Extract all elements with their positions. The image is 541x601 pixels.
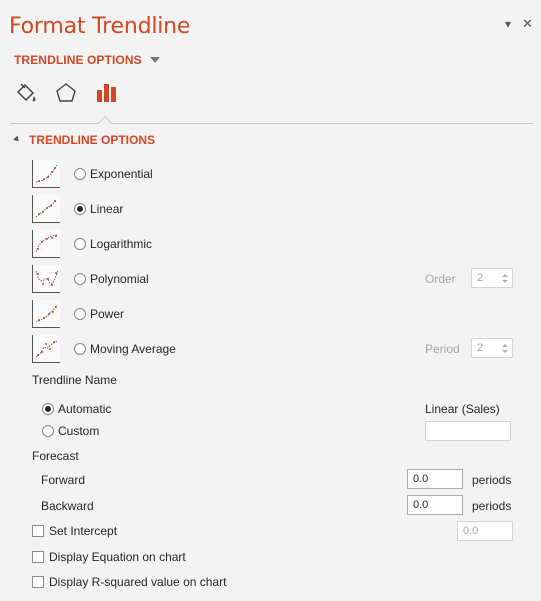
- polynomial-trend-icon: [32, 265, 60, 293]
- radio-custom[interactable]: [42, 425, 54, 437]
- trend-option-exponential[interactable]: Exponential: [32, 160, 518, 188]
- backward-unit: periods: [472, 499, 512, 513]
- trend-option-power[interactable]: Power: [32, 300, 518, 328]
- trendline-name-automatic-option[interactable]: Automatic: [42, 402, 111, 416]
- pentagon-icon: [56, 83, 76, 102]
- format-options-dropdown-label: TRENDLINE OPTIONS: [14, 53, 142, 67]
- section-header-trendline-options[interactable]: TRENDLINE OPTIONS: [13, 133, 156, 147]
- custom-label: Custom: [58, 424, 100, 438]
- format-options-dropdown[interactable]: TRENDLINE OPTIONS: [14, 53, 160, 67]
- order-spinner[interactable]: 2: [471, 268, 513, 288]
- radio-polynomial[interactable]: [74, 273, 86, 285]
- set-intercept-option[interactable]: Set Intercept: [32, 524, 117, 538]
- tabs-divider: [10, 123, 533, 124]
- forward-unit: periods: [472, 473, 512, 487]
- task-pane-options-button[interactable]: ▾: [505, 17, 511, 31]
- section-header-label: TRENDLINE OPTIONS: [29, 133, 156, 147]
- linear-trend-icon: [32, 195, 60, 223]
- period-label: Period: [425, 342, 460, 356]
- period-spinner[interactable]: 2: [471, 338, 513, 358]
- automatic-name-value: Linear (Sales): [425, 402, 500, 416]
- pane-title: Format Trendline: [9, 14, 191, 39]
- display-rsquared-option[interactable]: Display R-squared value on chart: [32, 575, 226, 589]
- trend-label-linear: Linear: [90, 202, 124, 216]
- exponential-trend-icon: [32, 160, 60, 188]
- trend-label-moving-average: Moving Average: [90, 342, 176, 356]
- set-intercept-checkbox[interactable]: [32, 525, 44, 537]
- trend-label-exponential: Exponential: [90, 167, 153, 181]
- forecast-heading: Forecast: [32, 449, 79, 463]
- backward-input[interactable]: 0.0: [407, 495, 463, 515]
- tab-fill-line[interactable]: [12, 79, 40, 107]
- radio-linear[interactable]: [74, 203, 86, 215]
- display-equation-option[interactable]: Display Equation on chart: [32, 550, 186, 564]
- intercept-input[interactable]: 0.0: [457, 521, 513, 541]
- backward-label: Backward: [41, 499, 94, 513]
- trend-label-polynomial: Polynomial: [90, 272, 149, 286]
- radio-power[interactable]: [74, 308, 86, 320]
- display-rsquared-checkbox[interactable]: [32, 576, 44, 588]
- set-intercept-label: Set Intercept: [49, 524, 118, 538]
- close-button[interactable]: ✕: [522, 16, 533, 32]
- order-label: Order: [425, 272, 456, 286]
- collapse-triangle-icon: [13, 135, 21, 143]
- logarithmic-trend-icon: [32, 230, 60, 258]
- spin-down-icon[interactable]: [502, 349, 508, 353]
- tab-trendline-options[interactable]: [92, 79, 120, 107]
- forward-label: Forward: [41, 473, 86, 487]
- trendline-name-custom-option[interactable]: Custom: [42, 424, 99, 438]
- power-trend-icon: [32, 300, 60, 328]
- bar-chart-icon: [97, 84, 116, 102]
- moving-average-trend-icon: [32, 335, 60, 363]
- spin-up-icon[interactable]: [502, 343, 508, 347]
- forward-input[interactable]: 0.0: [407, 469, 463, 489]
- radio-automatic[interactable]: [42, 403, 54, 415]
- display-equation-checkbox[interactable]: [32, 551, 44, 563]
- order-value: 2: [477, 272, 484, 284]
- paint-bucket-icon: [16, 83, 36, 102]
- radio-logarithmic[interactable]: [74, 238, 86, 250]
- radio-exponential[interactable]: [74, 168, 86, 180]
- automatic-label: Automatic: [58, 402, 112, 416]
- custom-name-input[interactable]: [425, 421, 511, 441]
- chevron-down-icon: [149, 57, 160, 63]
- trend-option-logarithmic[interactable]: Logarithmic: [32, 230, 518, 258]
- spin-down-icon[interactable]: [502, 279, 508, 283]
- tab-effects[interactable]: [52, 79, 80, 107]
- trend-label-power: Power: [90, 307, 125, 321]
- spin-up-icon[interactable]: [502, 273, 508, 277]
- trend-label-logarithmic: Logarithmic: [90, 237, 153, 251]
- selected-tab-notch: [97, 115, 113, 131]
- radio-moving-average[interactable]: [74, 343, 86, 355]
- trendline-name-heading: Trendline Name: [32, 373, 117, 387]
- display-rsquared-label: Display R-squared value on chart: [49, 575, 227, 589]
- display-equation-label: Display Equation on chart: [49, 550, 186, 564]
- trend-option-linear[interactable]: Linear: [32, 195, 518, 223]
- period-value: 2: [477, 342, 484, 354]
